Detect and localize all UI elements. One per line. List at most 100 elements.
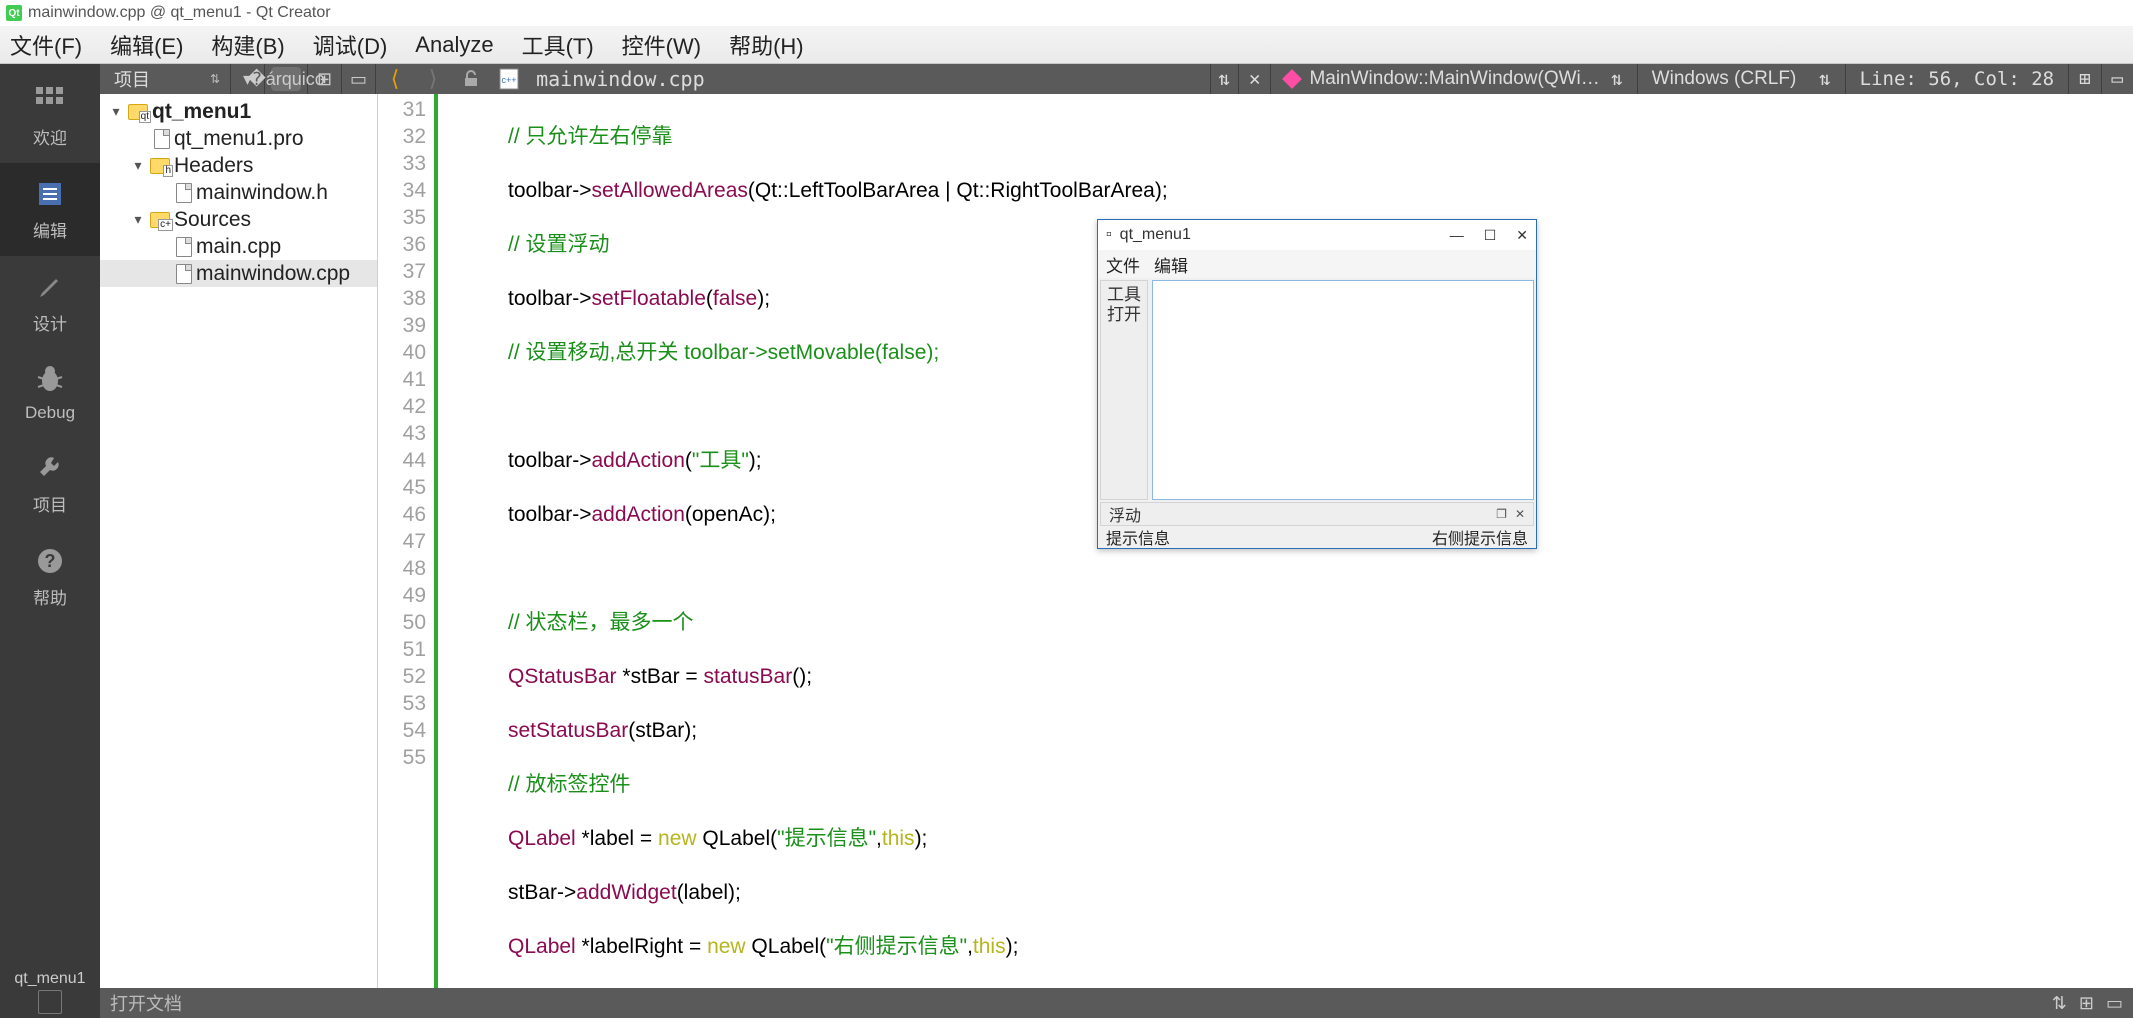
tree-mainwindow-h[interactable]: mainwindow.h xyxy=(100,179,377,206)
file-combo-caret[interactable]: ⇅ xyxy=(1210,64,1238,94)
window-title: mainwindow.cpp @ qt_menu1 - Qt Creator xyxy=(28,4,331,22)
dock-float-icon[interactable]: ❐ xyxy=(1496,507,1507,521)
folder-icon: h xyxy=(150,158,170,174)
tree-label: Sources xyxy=(174,208,251,232)
tree-sources-folder[interactable]: ▾ c+ Sources xyxy=(100,206,377,233)
tree-mainwindow-cpp[interactable]: mainwindow.cpp xyxy=(100,260,377,287)
project-tree[interactable]: ▾ qt qt_menu1 qt_menu1.pro ▾ h Headers m… xyxy=(100,94,378,988)
menu-help[interactable]: 帮助(H) xyxy=(729,29,804,61)
menu-tools[interactable]: 工具(T) xyxy=(522,29,594,61)
help-icon: ? xyxy=(33,544,67,578)
symbol-combo-label: MainWindow::MainWindow(QWi… xyxy=(1309,68,1599,90)
t: setFloatable xyxy=(591,287,705,310)
mode-help[interactable]: ? 帮助 xyxy=(0,530,100,623)
maximize-icon[interactable]: ☐ xyxy=(1484,227,1497,244)
tree-main-cpp[interactable]: main.cpp xyxy=(100,233,377,260)
app-menu-edit[interactable]: 编辑 xyxy=(1154,252,1188,277)
add-split-icon[interactable]: ⊞ xyxy=(308,64,342,94)
add-pane-icon[interactable]: ⊞ xyxy=(2079,993,2094,1014)
os-titlebar: Qt mainwindow.cpp @ qt_menu1 - Qt Creato… xyxy=(0,0,2133,26)
app-toolbar[interactable]: 工具 打开 xyxy=(1100,280,1148,500)
t: addWidget xyxy=(576,881,676,904)
mode-edit[interactable]: 编辑 xyxy=(0,163,100,256)
t: "提示信息" xyxy=(777,827,876,850)
app-menubar: 文件 编辑 xyxy=(1098,250,1536,278)
t: *stBar = xyxy=(617,665,704,688)
panel-header: 项目 ⇅ ▾ �árquico ⊞ ▭ ⟨ ⟩ c++ mainwindow.c… xyxy=(100,64,2133,94)
chevron-updown-icon[interactable]: ⇅ xyxy=(2052,993,2067,1014)
app-toolbar-tool[interactable]: 工具 xyxy=(1107,285,1141,305)
menu-analyze[interactable]: Analyze xyxy=(415,32,493,58)
tree-label: mainwindow.cpp xyxy=(196,262,350,286)
t: *labelRight = xyxy=(576,935,707,958)
t: (); xyxy=(792,665,812,688)
mode-edit-label: 编辑 xyxy=(33,217,67,242)
minimize-icon[interactable]: — xyxy=(1450,227,1464,244)
close-icon[interactable]: ✕ xyxy=(1516,227,1528,244)
mode-projects[interactable]: 项目 xyxy=(0,437,100,530)
wrench-icon xyxy=(33,451,67,485)
mode-debug-label: Debug xyxy=(25,403,75,423)
mode-design[interactable]: 设计 xyxy=(0,256,100,349)
kit-selector[interactable]: qt_menu1 xyxy=(0,960,100,1018)
menu-edit[interactable]: 编辑(E) xyxy=(110,29,183,61)
symbol-combo[interactable]: MainWindow::MainWindow(QWi… ⇅ xyxy=(1270,64,1636,94)
app-statusbar: 提示信息 右侧提示信息 xyxy=(1098,526,1536,548)
t: addAction xyxy=(591,449,684,472)
t: false xyxy=(713,287,757,310)
split-editor-button[interactable]: ⊞ xyxy=(2068,64,2100,94)
file-icon xyxy=(176,237,192,257)
menu-widgets[interactable]: 控件(W) xyxy=(622,29,701,61)
app-title: qt_menu1 xyxy=(1120,226,1191,244)
pencil-icon xyxy=(33,270,67,304)
grid-icon xyxy=(33,84,67,118)
lock-icon[interactable] xyxy=(452,64,490,94)
dock-close-icon[interactable]: ✕ xyxy=(1515,507,1525,521)
app-status-right: 右侧提示信息 xyxy=(1432,525,1528,549)
t: QLabel( xyxy=(697,827,778,850)
code-line: // 状态栏，最多一个 xyxy=(508,611,694,634)
menu-build[interactable]: 构建(B) xyxy=(211,29,284,61)
menu-debug[interactable]: 调试(D) xyxy=(313,29,388,61)
close-editor-button[interactable]: ✕ xyxy=(1238,64,1270,94)
app-toolbar-open[interactable]: 打开 xyxy=(1107,305,1141,325)
menu-file[interactable]: 文件(F) xyxy=(10,29,82,61)
nav-forward-button[interactable]: ⟩ xyxy=(414,64,452,94)
mode-welcome[interactable]: 欢迎 xyxy=(0,70,100,163)
t: toolbar-> xyxy=(508,287,591,310)
t: new xyxy=(658,827,697,850)
mode-projects-label: 项目 xyxy=(33,491,67,516)
line-ending-combo[interactable]: Windows (CRLF) ⇅ xyxy=(1637,64,1845,94)
editor-menu-button[interactable]: ▭ xyxy=(2101,64,2133,94)
line-ending-label: Windows (CRLF) xyxy=(1652,68,1797,90)
t: toolbar-> xyxy=(508,179,591,202)
app-titlebar[interactable]: ▫ qt_menu1 — ☐ ✕ xyxy=(1098,220,1536,250)
locator-input[interactable]: 打开文档 xyxy=(110,990,2042,1016)
t: ( xyxy=(685,449,692,472)
t: (Qt::LeftToolBarArea | Qt::RightToolBarA… xyxy=(748,179,1168,202)
tree-pro-file[interactable]: qt_menu1.pro xyxy=(100,125,377,152)
mode-debug[interactable]: Debug xyxy=(0,349,100,437)
open-file-name[interactable]: mainwindow.cpp xyxy=(528,67,713,91)
running-app-window[interactable]: ▫ qt_menu1 — ☐ ✕ 文件 编辑 工具 打开 浮动 ❐ ✕ 提示信息… xyxy=(1097,219,1537,549)
t: *label = xyxy=(576,827,658,850)
collapse-icon[interactable]: ▭ xyxy=(342,64,376,94)
app-menu-file[interactable]: 文件 xyxy=(1106,252,1140,277)
tree-project-root[interactable]: ▾ qt qt_menu1 xyxy=(100,98,377,125)
t: stBar-> xyxy=(508,881,576,904)
t: ); xyxy=(915,827,928,850)
t: ); xyxy=(749,449,762,472)
tree-label: qt_menu1 xyxy=(152,100,251,124)
breakpoint-icon xyxy=(1283,69,1303,89)
monitor-icon xyxy=(38,990,62,1014)
pane-menu-icon[interactable]: ▭ xyxy=(2106,993,2123,1014)
t: (openAc); xyxy=(685,503,776,526)
t: QLabel xyxy=(508,935,576,958)
link-icon[interactable]: �árquico xyxy=(271,67,301,91)
nav-back-button[interactable]: ⟨ xyxy=(376,64,414,94)
t: new xyxy=(707,935,746,958)
tree-headers-folder[interactable]: ▾ h Headers xyxy=(100,152,377,179)
project-pane-combo[interactable]: 项目 ⇅ xyxy=(100,64,231,94)
app-dock-widget[interactable]: 浮动 ❐ ✕ xyxy=(1100,502,1534,526)
app-central-widget[interactable] xyxy=(1152,280,1534,500)
